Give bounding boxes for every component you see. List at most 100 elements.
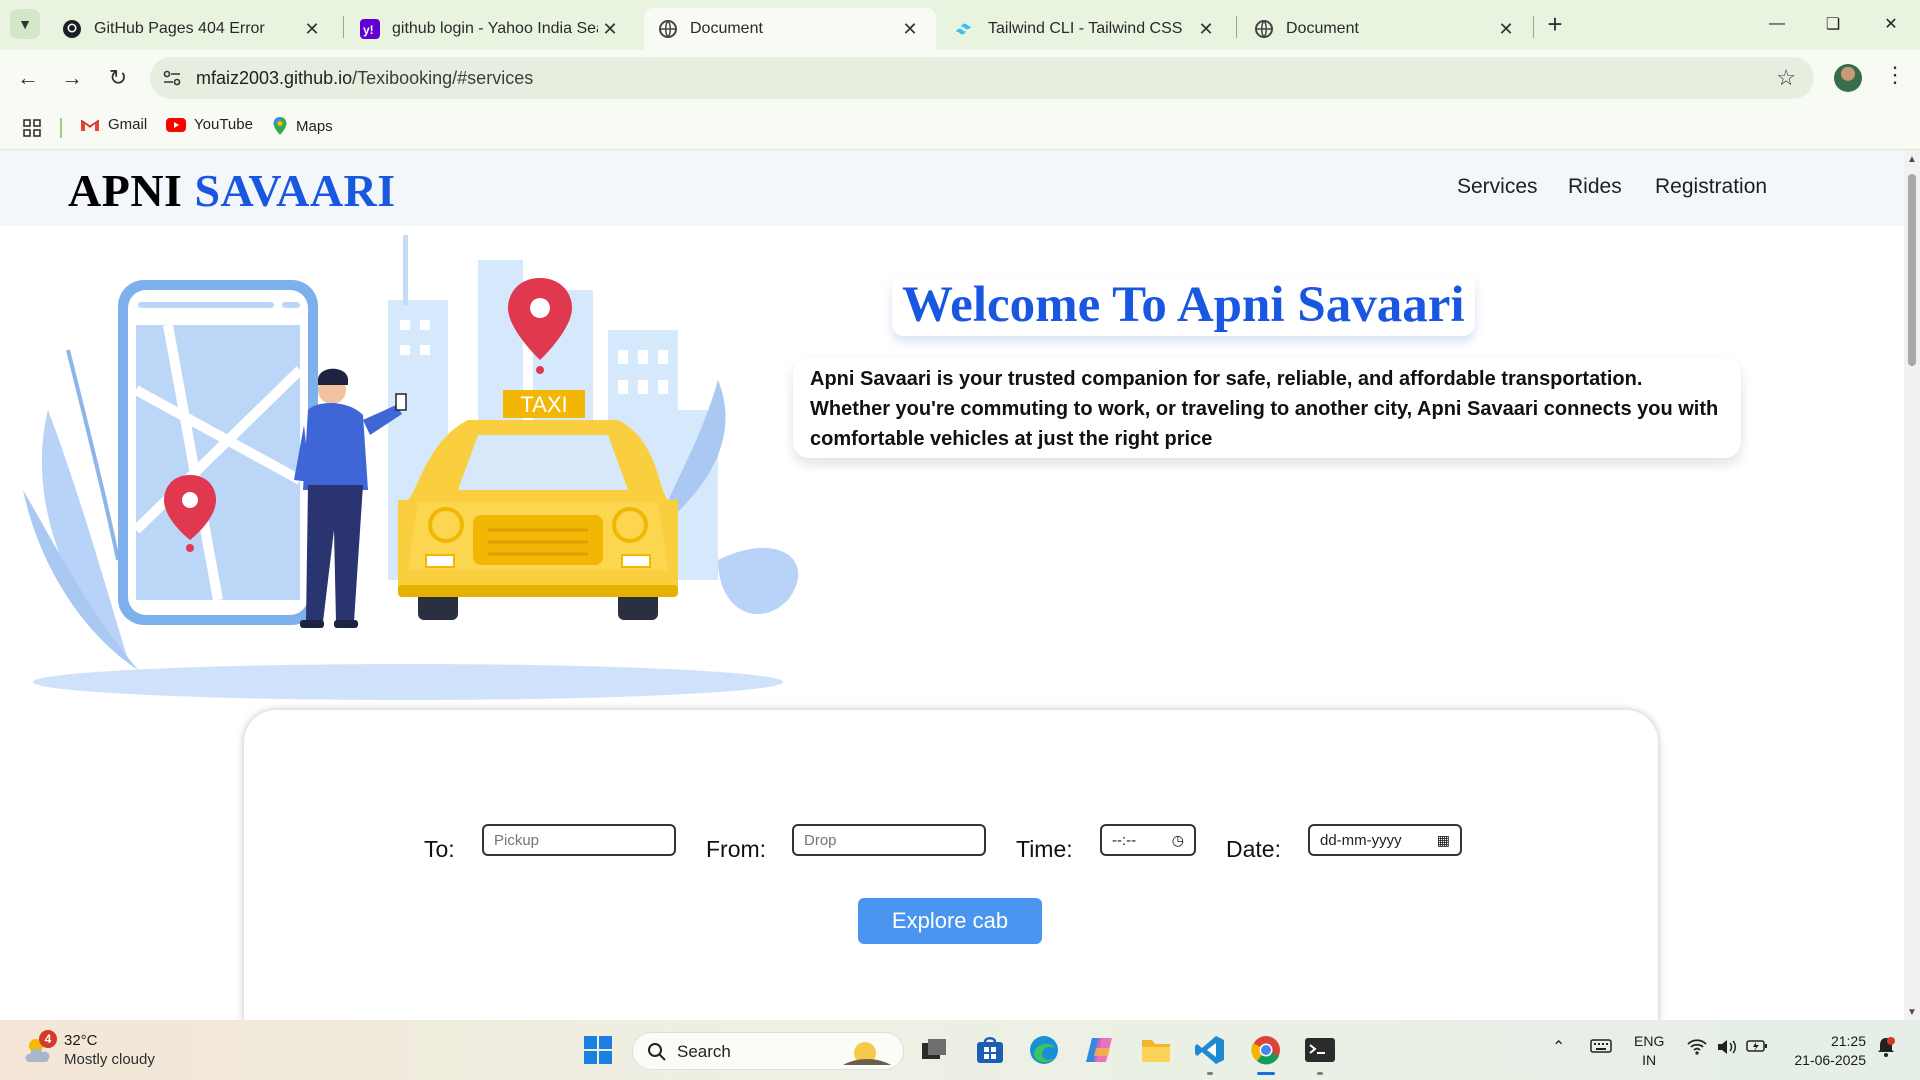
tab-title: GitHub Pages 404 Error: [94, 20, 265, 37]
reload-button[interactable]: ↻: [102, 62, 134, 94]
url-text[interactable]: mfaiz2003.github.io/Texibooking/#service…: [196, 68, 533, 89]
lang-line-1: ENG: [1634, 1033, 1665, 1049]
lang-line-2: IN: [1642, 1052, 1657, 1068]
site-header: APNI SAVAARI Services Rides Registration: [0, 150, 1904, 226]
system-clock[interactable]: 21:25 21-06-2025: [1786, 1032, 1866, 1070]
back-button[interactable]: ←: [12, 62, 44, 94]
url-host: mfaiz2003.github.io: [196, 68, 353, 88]
close-icon[interactable]: ✕: [1194, 17, 1218, 41]
bookmark-gmail[interactable]: Gmail: [80, 116, 147, 133]
nav-registration[interactable]: Registration: [1655, 175, 1767, 199]
copilot-button[interactable]: [1080, 1030, 1120, 1070]
new-tab-button[interactable]: +: [1541, 8, 1569, 39]
running-indicator: [1317, 1072, 1323, 1075]
microsoft-store-icon: [977, 1037, 1003, 1063]
chevron-down-icon: ▼: [18, 16, 32, 32]
scroll-up-icon[interactable]: ▲: [1907, 154, 1917, 165]
site-brand[interactable]: APNI SAVAARI: [68, 164, 396, 217]
tab-2[interactable]: y! github login - Yahoo India Search Res…: [346, 8, 636, 50]
bookmark-label: YouTube: [194, 116, 253, 133]
tab-4[interactable]: Tailwind CLI - Tailwind CSS ✕: [942, 8, 1232, 50]
github-icon: [62, 19, 82, 39]
arrow-right-icon: →: [61, 65, 83, 90]
battery-icon[interactable]: [1746, 1038, 1768, 1054]
taskbar-search[interactable]: Search: [632, 1032, 904, 1070]
chrome-button[interactable]: [1246, 1030, 1286, 1070]
time-input[interactable]: --:-- ◷: [1100, 824, 1196, 856]
drop-input[interactable]: [792, 824, 986, 856]
tab-1[interactable]: GitHub Pages 404 Error ✕: [48, 8, 338, 50]
clock-time: 21:25: [1830, 1033, 1866, 1049]
date-input[interactable]: dd-mm-yyyy ▦: [1308, 824, 1462, 856]
edge-button[interactable]: [1024, 1030, 1064, 1070]
file-explorer-button[interactable]: [1136, 1030, 1176, 1070]
bookmark-label: Gmail: [108, 116, 148, 133]
date-value: dd-mm-yyyy: [1320, 832, 1402, 849]
tab-separator: [343, 16, 344, 38]
explore-cab-button[interactable]: Explore cab: [858, 898, 1042, 944]
to-label: To:: [424, 836, 455, 862]
address-bar[interactable]: mfaiz2003.github.io/Texibooking/#service…: [150, 57, 1814, 99]
page-scrollbar[interactable]: ▲ ▼: [1904, 150, 1920, 1020]
forward-button[interactable]: →: [56, 62, 88, 94]
tab-title: github login - Yahoo India Search Result…: [392, 20, 598, 37]
scrollbar-thumb[interactable]: [1908, 174, 1916, 366]
minimize-icon: —: [1769, 15, 1785, 32]
close-window-button[interactable]: ✕: [1866, 8, 1916, 40]
bookmark-star-icon[interactable]: ☆: [1776, 65, 1796, 91]
gmail-icon: [80, 119, 100, 131]
bookmark-maps[interactable]: Maps: [272, 116, 333, 136]
wifi-icon[interactable]: [1686, 1038, 1708, 1056]
close-icon[interactable]: ✕: [1494, 17, 1518, 41]
maps-icon: [273, 117, 287, 135]
profile-avatar[interactable]: [1834, 64, 1862, 92]
time-label: Time:: [1016, 836, 1073, 862]
yahoo-icon: y!: [360, 19, 380, 39]
hero-illustration: TAXI: [23, 235, 799, 700]
page-viewport: APNI SAVAARI Services Rides Registration: [0, 150, 1904, 1020]
clock-icon[interactable]: ◷: [1172, 832, 1184, 849]
nav-services[interactable]: Services: [1457, 175, 1538, 199]
tab-search-button[interactable]: ▼: [10, 9, 40, 39]
minimize-button[interactable]: —: [1752, 8, 1802, 40]
task-view-button[interactable]: [914, 1030, 954, 1070]
weather-desc: Mostly cloudy: [64, 1051, 155, 1068]
apps-grid-icon[interactable]: [22, 118, 42, 138]
windows-icon: [584, 1036, 612, 1064]
close-icon[interactable]: ✕: [598, 17, 622, 41]
close-icon[interactable]: ✕: [898, 17, 922, 41]
store-button[interactable]: [970, 1030, 1010, 1070]
scroll-down-icon[interactable]: ▼: [1907, 1007, 1917, 1018]
bookmark-youtube[interactable]: YouTube: [166, 116, 253, 133]
volume-icon[interactable]: [1716, 1038, 1738, 1056]
vscode-button[interactable]: [1190, 1030, 1230, 1070]
globe-icon: [658, 19, 678, 39]
weather-widget[interactable]: 4 32°C Mostly cloudy: [22, 1030, 202, 1070]
tab-5[interactable]: Document ✕: [1240, 8, 1532, 50]
terminal-button[interactable]: [1300, 1030, 1340, 1070]
calendar-icon[interactable]: ▦: [1437, 832, 1450, 849]
language-indicator[interactable]: ENG IN: [1634, 1032, 1664, 1070]
welcome-heading: Welcome To Apni Savaari: [892, 274, 1475, 336]
restore-button[interactable]: ❏: [1808, 8, 1858, 40]
restore-icon: ❏: [1825, 16, 1841, 33]
notification-bell-icon[interactable]: [1876, 1036, 1896, 1058]
menu-kebab-icon[interactable]: ⋮: [1884, 62, 1906, 88]
time-value: --:--: [1112, 832, 1137, 849]
nav-rides[interactable]: Rides: [1568, 175, 1622, 199]
site-info-icon[interactable]: [162, 68, 182, 88]
tab-title: Tailwind CLI - Tailwind CSS: [988, 20, 1183, 37]
show-hidden-icons-chevron-icon[interactable]: ⌃: [1552, 1037, 1565, 1057]
url-path: /Texibooking/#services: [352, 68, 534, 88]
search-highlight-icon: [843, 1042, 891, 1065]
folder-icon: [1142, 1040, 1170, 1062]
bookmark-separator: [60, 118, 62, 138]
start-button[interactable]: [578, 1030, 618, 1070]
plus-icon: +: [1547, 8, 1563, 39]
keyboard-icon[interactable]: [1590, 1038, 1612, 1054]
active-indicator: [1257, 1072, 1275, 1075]
pickup-input[interactable]: [482, 824, 676, 856]
close-icon[interactable]: ✕: [300, 17, 324, 41]
globe-icon: [1254, 19, 1274, 39]
tab-3-active[interactable]: Document ✕: [644, 8, 936, 50]
